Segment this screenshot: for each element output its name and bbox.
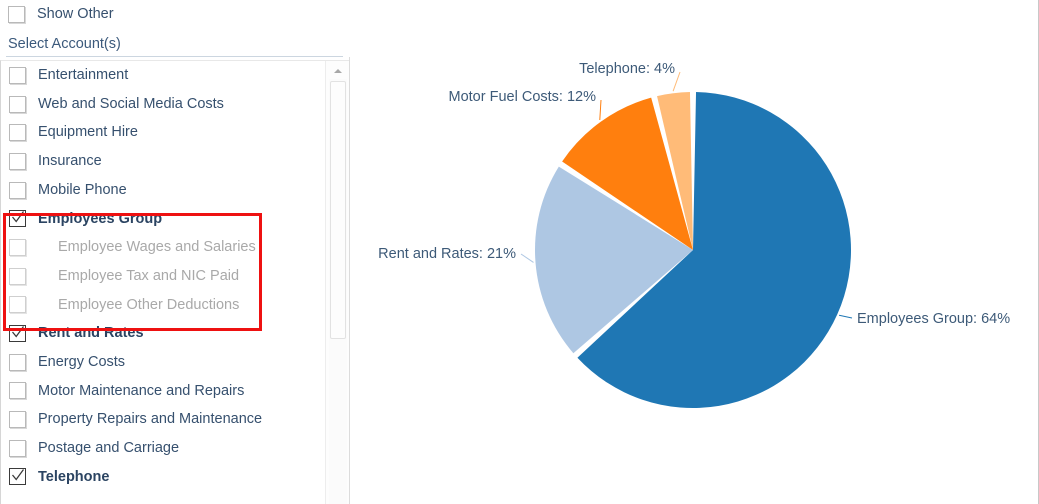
scrollbar-thumb[interactable] — [330, 81, 346, 339]
pie-slice-label: Rent and Rates: 21% — [378, 246, 516, 262]
show-other-checkbox[interactable] — [8, 6, 25, 23]
account-checkbox-unchecked[interactable] — [9, 66, 26, 84]
account-list-item[interactable]: Property Repairs and Maintenance — [1, 405, 325, 434]
account-checkbox-unchecked[interactable] — [9, 95, 26, 113]
account-list-item-label: Motor Maintenance and Repairs — [38, 382, 245, 399]
heading-divider — [6, 56, 343, 57]
account-list-item[interactable]: Employee Wages and Salaries — [1, 233, 325, 262]
pie-slice-label: Telephone: 4% — [579, 61, 675, 77]
show-other-label: Show Other — [37, 6, 114, 23]
select-accounts-heading: Select Account(s) — [8, 36, 121, 52]
account-list-item-label: Entertainment — [38, 67, 129, 84]
account-selection-panel: Show Other Select Account(s) Entertainme… — [0, 0, 349, 504]
expenses-pie-chart: Employees Group: 64% Rent and Rates: 21% M… — [378, 61, 1010, 408]
account-list-item[interactable]: Energy Costs — [1, 348, 325, 377]
account-list-item[interactable]: Postage and Carriage — [1, 434, 325, 463]
account-list-item[interactable]: Entertainment — [1, 61, 325, 90]
checkmark-icon — [12, 469, 24, 482]
account-selection-pie-chart-screen: Show Other Select Account(s) Entertainme… — [0, 0, 1039, 504]
account-checkbox-unchecked[interactable] — [9, 382, 26, 400]
account-checkbox-unchecked[interactable] — [9, 181, 26, 199]
account-list-item[interactable]: Employees Group — [1, 204, 325, 233]
accounts-list-scrollbar[interactable] — [325, 61, 349, 504]
pie-slices — [535, 92, 851, 408]
pie-leader-line — [599, 99, 602, 121]
account-list-item[interactable]: Insurance — [1, 147, 325, 176]
account-list-item[interactable]: Motor Maintenance and Repairs — [1, 377, 325, 406]
account-list-item[interactable]: Employee Other Deductions — [1, 291, 325, 320]
account-list-item[interactable]: Equipment Hire — [1, 118, 325, 147]
account-list-item[interactable]: Telephone — [1, 463, 325, 492]
chevron-up-icon — [334, 69, 342, 73]
checkmark-icon — [12, 211, 24, 223]
account-checkbox-unchecked[interactable] — [9, 267, 26, 285]
account-list-item[interactable]: Employee Tax and NIC Paid — [1, 262, 325, 291]
pie-leader-line — [838, 314, 853, 319]
show-other-row[interactable]: Show Other — [0, 0, 114, 29]
account-checkbox-unchecked[interactable] — [9, 238, 26, 256]
account-checkbox-unchecked[interactable] — [9, 353, 26, 371]
account-list-item-label: Employee Wages and Salaries — [58, 239, 256, 256]
account-list-item-label: Insurance — [38, 153, 102, 170]
account-list-item-label: Equipment Hire — [38, 124, 138, 141]
account-checkbox-checked[interactable] — [9, 468, 26, 486]
account-checkbox-unchecked[interactable] — [9, 439, 26, 457]
account-list-item-label: Postage and Carriage — [38, 440, 180, 457]
account-checkbox-unchecked[interactable] — [9, 152, 26, 170]
chart-panel: Employees Group: 64% Rent and Rates: 21% M… — [349, 0, 1038, 504]
scrollbar-up-button[interactable] — [329, 63, 347, 79]
account-list-item-label: Employees Group — [38, 210, 163, 227]
account-checkbox-checked[interactable] — [9, 325, 26, 343]
account-list-item[interactable]: Rent and Rates — [1, 319, 325, 348]
pie-slice-label: Motor Fuel Costs: 12% — [449, 89, 597, 105]
account-list-item-label: Property Repairs and Maintenance — [38, 411, 263, 428]
account-checkbox-unchecked[interactable] — [9, 411, 26, 429]
checkmark-icon — [12, 326, 24, 338]
account-list-item-label: Energy Costs — [38, 353, 126, 370]
accounts-list: Entertainment Web and Social Media Costs E… — [1, 61, 325, 504]
account-checkbox-unchecked[interactable] — [9, 296, 26, 314]
account-checkbox-checked[interactable] — [9, 210, 26, 228]
pie-slice-label: Employees Group: 64% — [857, 311, 1010, 327]
account-list-item-label: Mobile Phone — [38, 181, 127, 198]
account-list-item[interactable]: Web and Social Media Costs — [1, 90, 325, 119]
account-list-item-label: Rent and Rates — [38, 325, 144, 342]
account-list-item-label: Employee Other Deductions — [58, 296, 240, 313]
pie-leader-line — [520, 253, 534, 263]
accounts-list-box: Entertainment Web and Social Media Costs E… — [0, 60, 349, 504]
account-list-item[interactable]: Mobile Phone — [1, 176, 325, 205]
account-list-item-label: Employee Tax and NIC Paid — [58, 267, 240, 284]
account-list-item-label: Telephone — [38, 468, 110, 485]
account-checkbox-unchecked[interactable] — [9, 124, 26, 142]
account-list-item-label: Web and Social Media Costs — [38, 95, 224, 112]
